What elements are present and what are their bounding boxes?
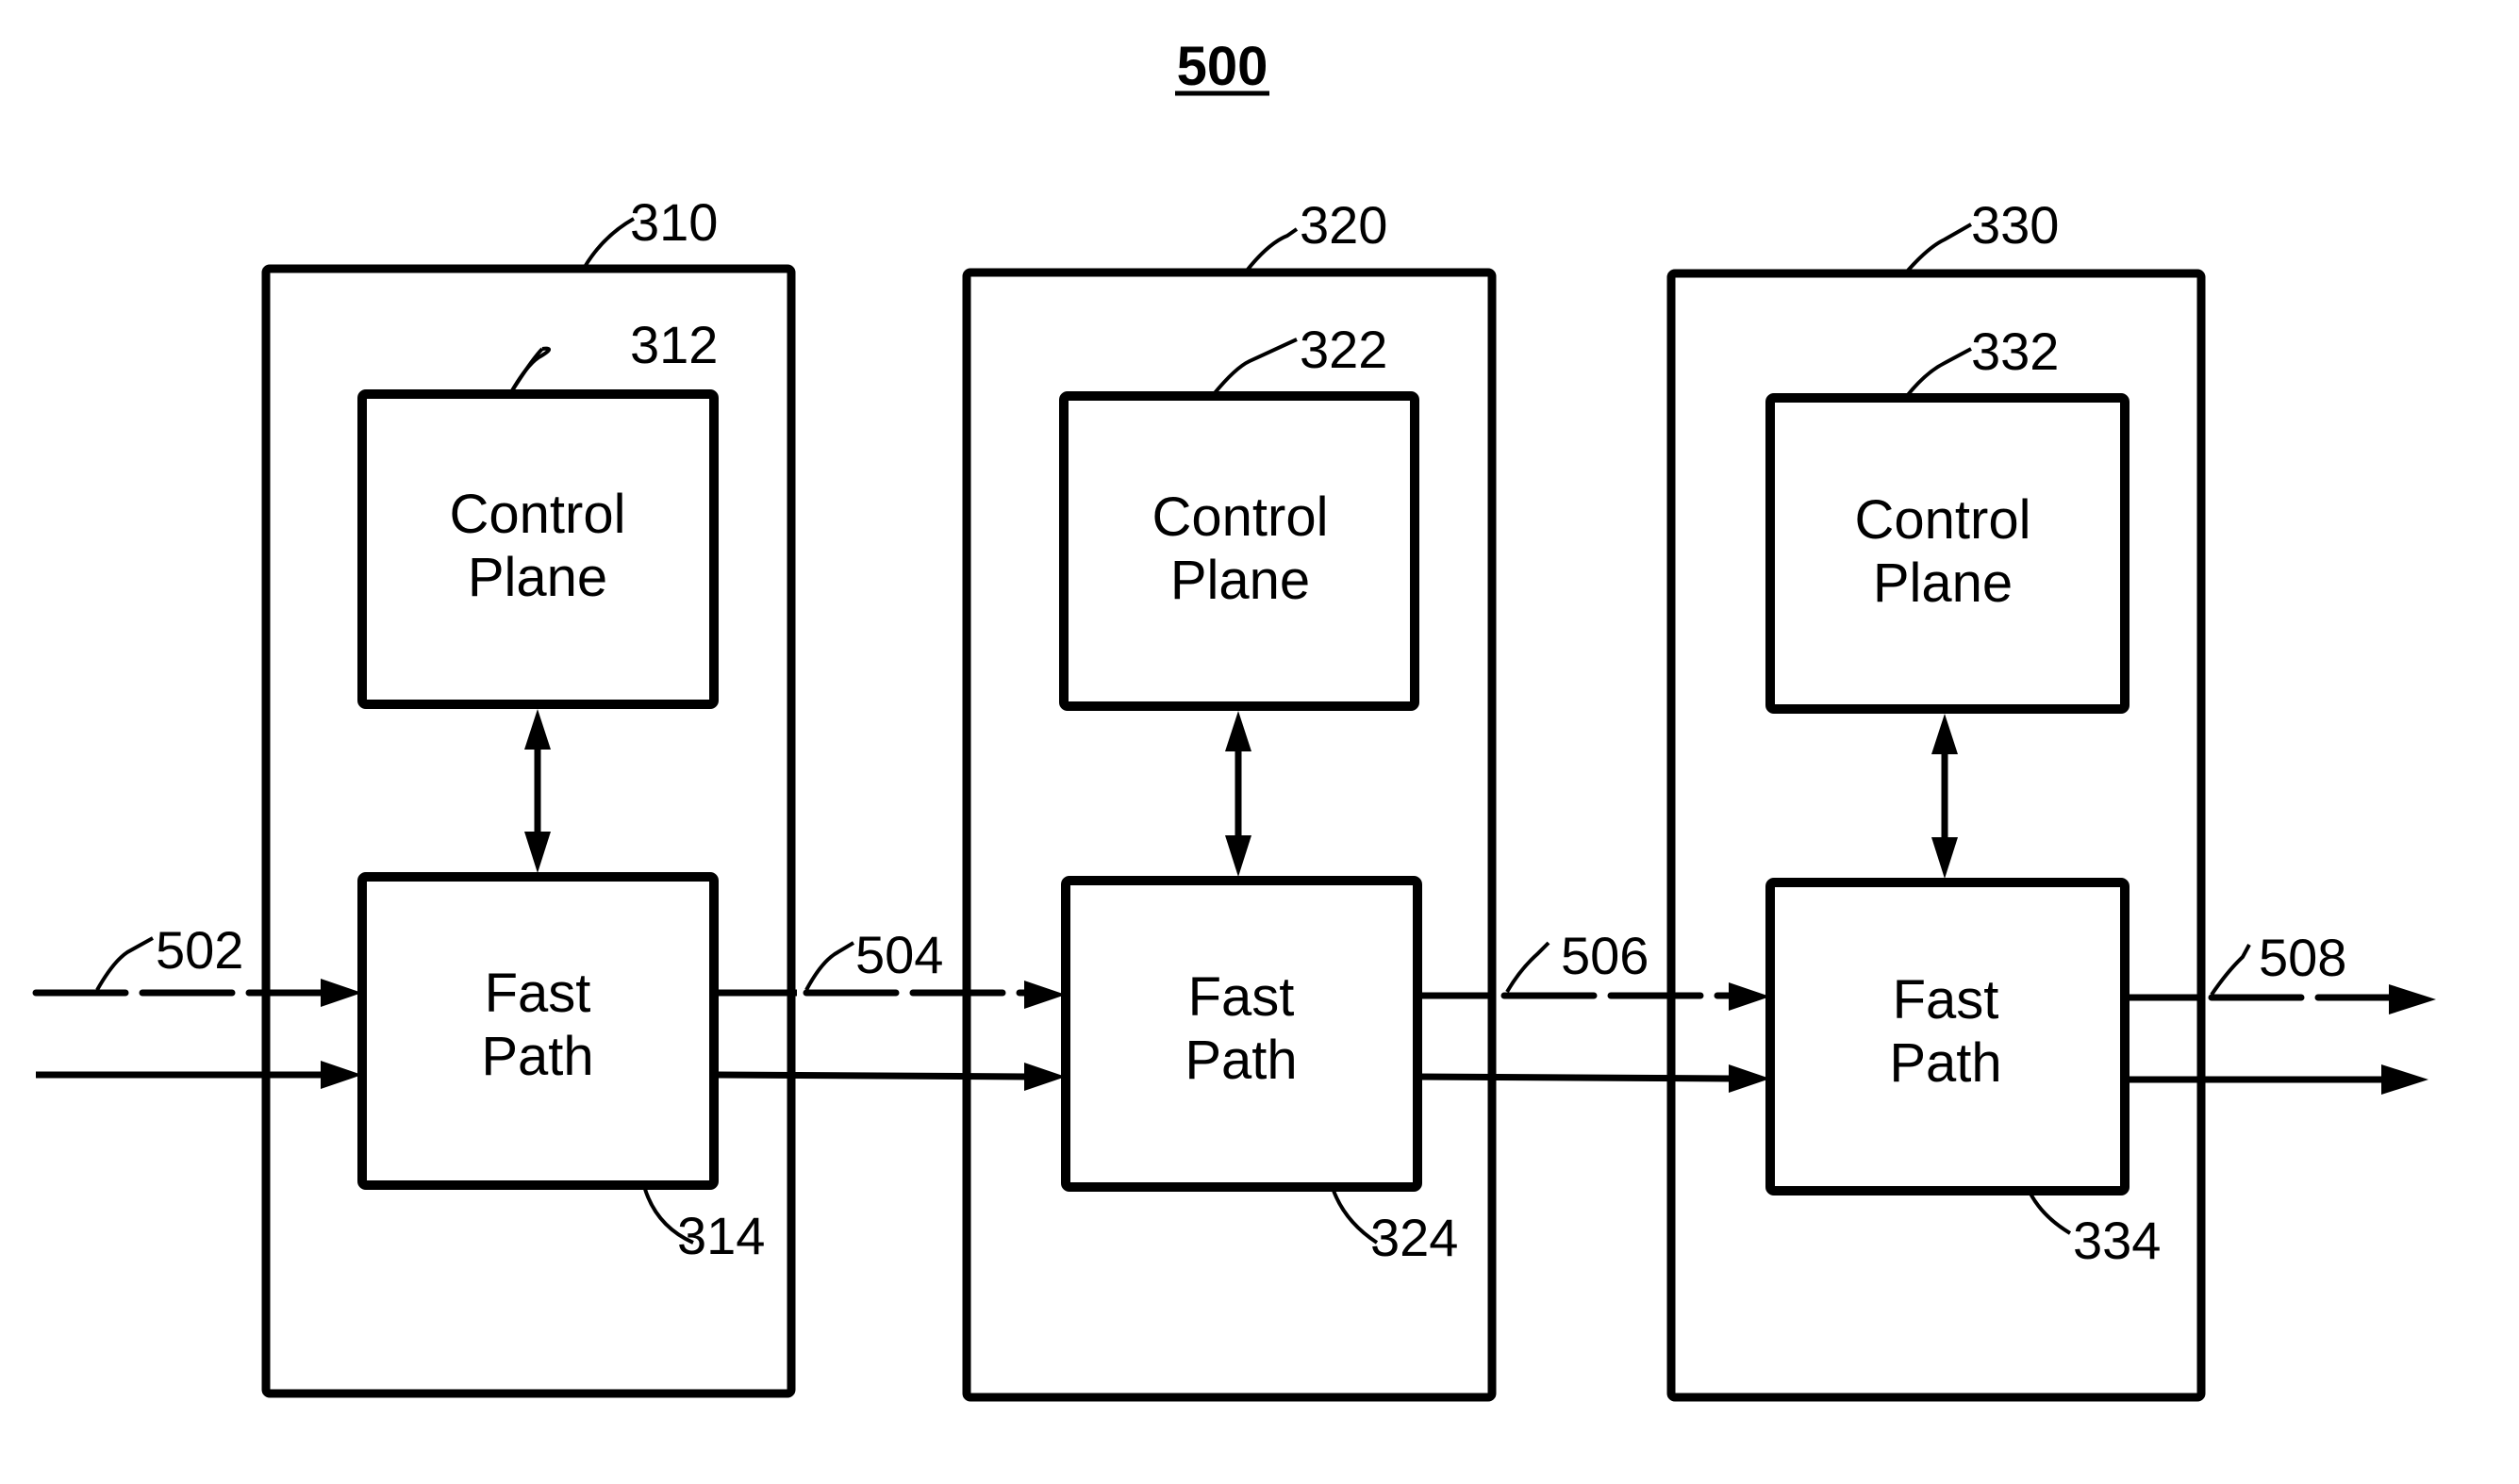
node-310: 310 312 Control Plane Fast Path 314 <box>261 192 796 1398</box>
control-plane-ref-label: 332 <box>1971 322 2059 381</box>
fast-path-ref-label: 334 <box>2073 1211 2161 1270</box>
node-ref-label: 320 <box>1300 195 1387 255</box>
fast-path-label: Path <box>1185 1030 1297 1091</box>
ref-leader <box>2210 944 2251 997</box>
figure-number: 500 <box>1177 36 1268 97</box>
ref-leader <box>1905 223 1972 273</box>
arrowhead-right-icon <box>2381 1064 2428 1095</box>
fast-path-ref-label: 324 <box>1370 1208 1458 1267</box>
diagram-canvas: 500 310 312 Control Plane Fast Path 314 … <box>32 36 2436 1402</box>
control-plane-ref-label: 312 <box>630 315 718 374</box>
link-ref-label: 506 <box>1561 926 1649 985</box>
arrowhead-right-icon <box>2389 984 2436 1014</box>
fast-path-label: Fast <box>1188 966 1295 1028</box>
link-ref-label: 502 <box>156 920 243 980</box>
fast-path-label: Path <box>1889 1032 2001 1094</box>
node-330: 330 332 Control Plane Fast Path 334 <box>1666 195 2206 1402</box>
ref-leader <box>804 941 855 991</box>
ref-leader <box>583 217 635 269</box>
link-ref-label: 504 <box>855 925 943 984</box>
ref-leader <box>95 936 154 991</box>
control-plane-label: Control <box>1855 489 2031 551</box>
control-plane-ref-label: 322 <box>1300 320 1387 379</box>
solid-signal-line <box>1417 1073 1732 1082</box>
ref-leader <box>1245 227 1299 272</box>
fast-path-label: Path <box>481 1026 593 1087</box>
ref-leader <box>1505 941 1550 994</box>
node-ref-label: 330 <box>1971 195 2059 255</box>
fast-path-ref-label: 314 <box>677 1206 765 1265</box>
control-plane-label: Control <box>1152 486 1329 548</box>
control-plane-label: Plane <box>1170 550 1310 611</box>
node-320: 320 322 Control Plane Fast Path 324 <box>962 195 1497 1402</box>
fast-path-label: Fast <box>485 963 591 1024</box>
fast-path-label: Fast <box>1893 969 1999 1031</box>
control-plane-label: Plane <box>1873 552 2013 614</box>
solid-signal-line <box>713 1071 1029 1080</box>
control-plane-label: Control <box>450 484 626 545</box>
node-ref-label: 310 <box>630 192 718 252</box>
control-plane-label: Plane <box>468 547 607 608</box>
link-ref-label: 508 <box>2259 928 2346 987</box>
